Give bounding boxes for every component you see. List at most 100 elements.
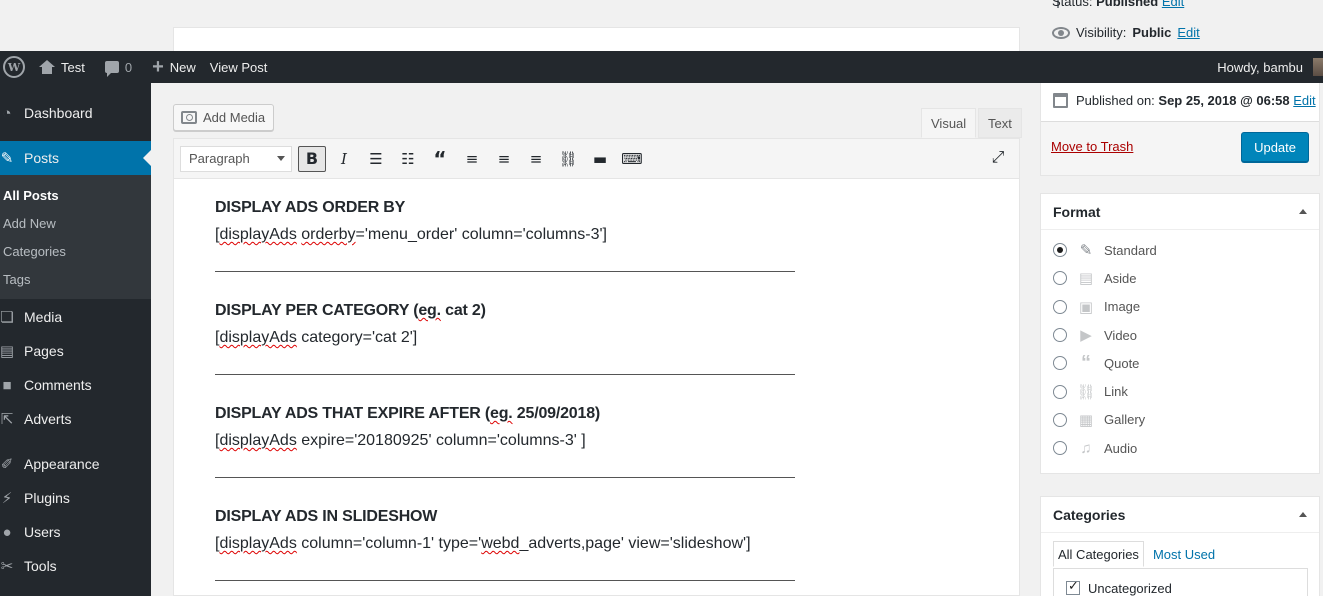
- submenu-tags[interactable]: Tags: [0, 265, 151, 293]
- editor-content[interactable]: DISPLAY ADS ORDER BY [displayAds orderby…: [173, 179, 1020, 596]
- comment-bubble-icon: [104, 61, 119, 77]
- insert-link-button[interactable]: ⛓: [554, 146, 582, 172]
- sidebar-item-label: Comments: [24, 377, 92, 393]
- wordpress-logo-button[interactable]: W: [0, 51, 32, 83]
- users-icon: ●: [2, 523, 12, 541]
- sidebar-item-comments[interactable]: ■ Comments: [0, 368, 151, 402]
- tab-visual[interactable]: Visual: [921, 108, 977, 138]
- format-option-gallery[interactable]: ▦ Gallery: [1053, 406, 1319, 434]
- sidebar-item-tools[interactable]: ✂ Tools: [0, 549, 151, 583]
- italic-button[interactable]: I: [330, 146, 358, 172]
- add-media-label: Add Media: [203, 110, 266, 125]
- divider: [215, 374, 795, 375]
- radio[interactable]: [1053, 441, 1067, 456]
- sidebar-item-posts[interactable]: ✎ Posts: [0, 141, 151, 175]
- content-block: DISPLAY ADS IN SLIDESHOW [displayAds col…: [215, 503, 795, 581]
- view-post-link[interactable]: View Post: [203, 51, 275, 83]
- radio[interactable]: [1053, 328, 1067, 343]
- site-name: Test: [61, 59, 85, 75]
- format-select[interactable]: Paragraph: [180, 145, 292, 172]
- comments-count: 0: [124, 59, 133, 75]
- radio[interactable]: [1053, 384, 1067, 399]
- blockquote-button[interactable]: “: [426, 146, 454, 172]
- block-shortcode: [displayAds orderby='menu_order' column=…: [215, 221, 795, 248]
- sidebar-item-label: Appearance: [24, 456, 100, 472]
- radio[interactable]: [1053, 271, 1067, 286]
- sidebar-item-pages[interactable]: ▤ Pages: [0, 334, 151, 368]
- align-center-button[interactable]: ≡: [490, 146, 518, 172]
- shortcode-text: ='menu_order' column='columns-3']: [355, 226, 607, 243]
- format-option-audio[interactable]: ♫ Audio: [1053, 434, 1319, 462]
- sidebar-item-dashboard[interactable]: ◔ Dashboard: [0, 96, 151, 130]
- media-camera-icon: [181, 111, 197, 124]
- format-options: ✎ Standard ▤ Aside ▣ Image ▶ Video “ Quo…: [1041, 230, 1319, 462]
- format-option-label: Standard: [1104, 242, 1157, 258]
- new-content-link[interactable]: + New: [145, 51, 203, 83]
- sidebar-item-plugins[interactable]: ⚡ Plugins: [0, 481, 151, 515]
- radio[interactable]: [1053, 299, 1067, 314]
- radio[interactable]: [1053, 412, 1067, 427]
- read-more-button[interactable]: ▬: [586, 146, 614, 172]
- update-button[interactable]: Update: [1241, 132, 1309, 162]
- read-more-icon: ▬: [592, 149, 608, 168]
- tools-icon: ✂: [0, 558, 14, 575]
- wordpress-logo-icon: W: [3, 56, 25, 78]
- bold-button[interactable]: B: [298, 145, 326, 172]
- sidebar-item-media[interactable]: ❏ Media: [0, 300, 151, 334]
- quote-icon: “: [1081, 351, 1091, 374]
- add-media-button[interactable]: Add Media: [173, 104, 275, 131]
- link-icon: ⛓: [1076, 383, 1096, 401]
- align-right-button[interactable]: ≡: [522, 146, 550, 172]
- eye-icon: [1052, 26, 1070, 39]
- format-option-quote[interactable]: “ Quote: [1053, 349, 1319, 377]
- shortcode-misspelled: webd: [481, 535, 520, 552]
- numbered-list-button[interactable]: ☷: [394, 146, 422, 172]
- site-name-link[interactable]: Test: [32, 51, 92, 83]
- format-option-aside[interactable]: ▤ Aside: [1053, 264, 1319, 292]
- sidebar-item-users[interactable]: ● Users: [0, 515, 151, 549]
- category-checkbox[interactable]: [1066, 578, 1080, 595]
- radio-checked[interactable]: [1053, 243, 1067, 258]
- tab-most-used[interactable]: Most Used: [1149, 541, 1219, 567]
- format-option-label: Gallery: [1104, 412, 1146, 428]
- submenu-add-new[interactable]: Add New: [0, 209, 151, 237]
- howdy-text: Howdy, bambu: [1217, 59, 1303, 75]
- format-option-label: Image: [1104, 299, 1141, 315]
- published-on-edit-link[interactable]: Edit: [1293, 93, 1315, 108]
- visibility-edit-link[interactable]: Edit: [1177, 25, 1199, 40]
- tab-all-categories[interactable]: All Categories: [1053, 541, 1144, 567]
- tab-text[interactable]: Text: [978, 108, 1022, 138]
- comments-link[interactable]: 0: [98, 51, 139, 83]
- avatar: [1313, 58, 1323, 76]
- align-left-button[interactable]: ≡: [458, 146, 486, 172]
- heading-misspelled: eg.: [418, 302, 441, 319]
- sidebar-item-adverts[interactable]: ⇱ Adverts: [0, 402, 151, 436]
- status-edit-link[interactable]: Edit: [1162, 0, 1184, 9]
- brush-icon: ✐: [0, 456, 14, 473]
- media-icon: ❏: [0, 309, 14, 326]
- format-box-header[interactable]: Format: [1041, 194, 1319, 230]
- move-to-trash-link[interactable]: Move to Trash: [1051, 139, 1133, 154]
- submenu-all-posts[interactable]: All Posts: [0, 181, 151, 209]
- post-editor: Add Media Visual Text Paragraph B I ☰ ☷ …: [173, 83, 1022, 596]
- format-option-video[interactable]: ▶ Video: [1053, 321, 1319, 349]
- format-option-label: Link: [1104, 384, 1128, 400]
- submenu-categories[interactable]: Categories: [0, 237, 151, 265]
- editor-top-edge: [173, 27, 1020, 51]
- sidebar-item-label: Users: [24, 524, 61, 540]
- format-option-link[interactable]: ⛓ Link: [1053, 377, 1319, 405]
- format-option-standard[interactable]: ✎ Standard: [1053, 236, 1319, 264]
- bullet-list-button[interactable]: ☰: [362, 146, 390, 172]
- my-account[interactable]: Howdy, bambu: [1217, 58, 1323, 76]
- categories-box-header[interactable]: Categories: [1041, 497, 1319, 533]
- radio[interactable]: [1053, 356, 1067, 371]
- gallery-icon: ▦: [1078, 411, 1094, 429]
- format-option-image[interactable]: ▣ Image: [1053, 293, 1319, 321]
- block-heading: DISPLAY PER CATEGORY (eg. cat 2): [215, 297, 795, 324]
- fullscreen-button[interactable]: ⤢: [987, 146, 1009, 170]
- toolbar-toggle-button[interactable]: ⌨: [618, 146, 646, 172]
- categories-list: Uncategorized: [1053, 568, 1308, 596]
- heading-text: DISPLAY PER CATEGORY (: [215, 302, 419, 319]
- sidebar-item-appearance[interactable]: ✐ Appearance: [0, 447, 151, 481]
- publish-box: Published on: Sep 25, 2018 @ 06:58 Edit …: [1040, 83, 1320, 176]
